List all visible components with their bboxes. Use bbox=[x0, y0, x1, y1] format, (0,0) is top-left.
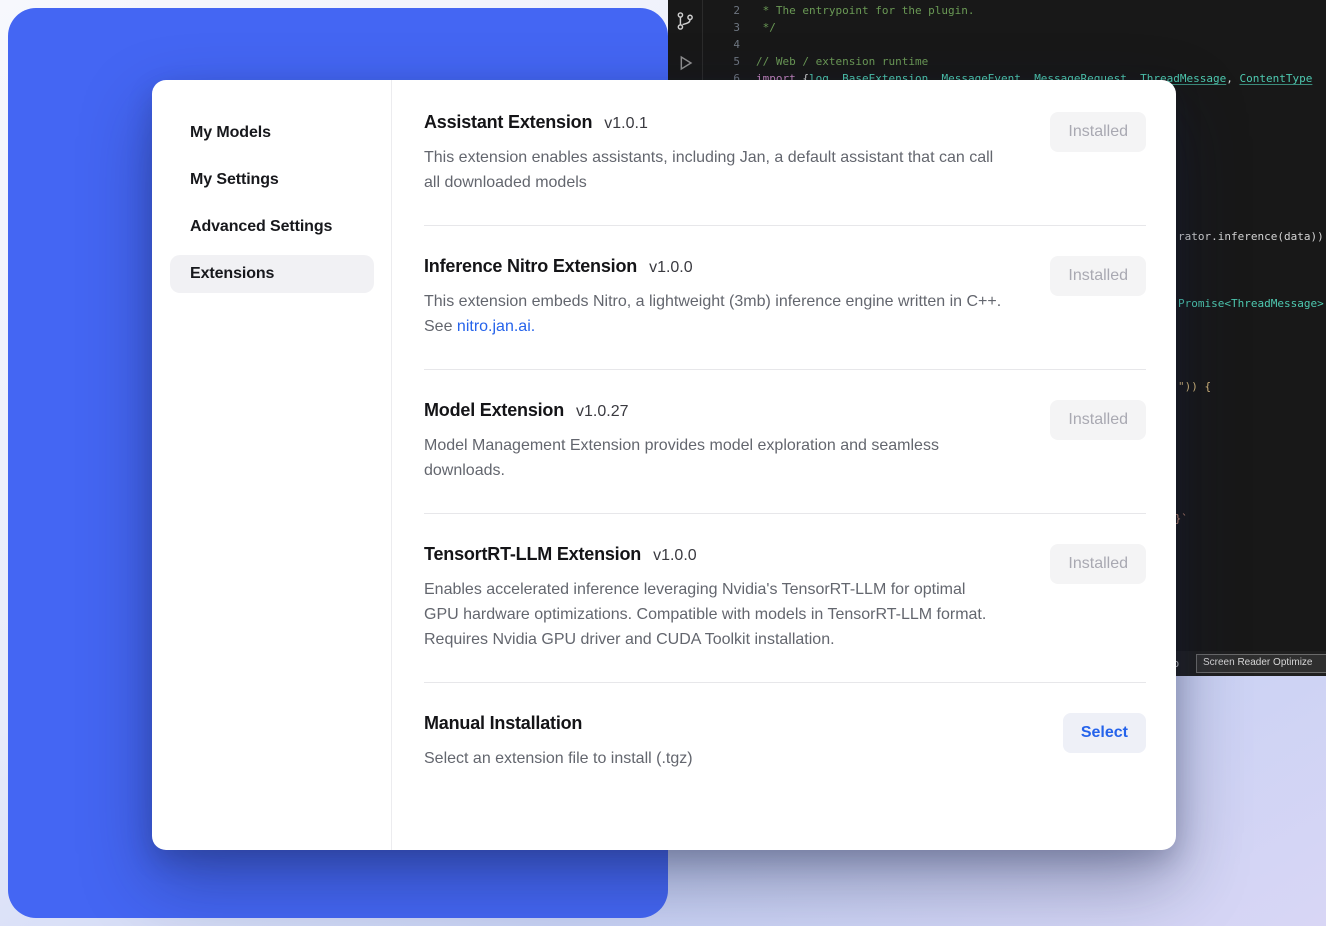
extensions-panel: Assistant Extension v1.0.1 This extensio… bbox=[392, 80, 1176, 850]
extension-row-assistant: Assistant Extension v1.0.1 This extensio… bbox=[424, 112, 1146, 225]
code-text: // Web / extension runtime bbox=[756, 55, 928, 68]
extension-row-tensorrt-llm: TensortRT-LLM Extension v1.0.0 Enables a… bbox=[424, 513, 1146, 682]
manual-installation-title: Manual Installation bbox=[424, 713, 582, 734]
extension-description: This extension enables assistants, inclu… bbox=[424, 145, 1002, 195]
manual-installation-description: Select an extension file to install (.tg… bbox=[424, 746, 693, 771]
sidebar-item-extensions[interactable]: Extensions bbox=[170, 255, 374, 293]
line-number: 5 bbox=[712, 53, 740, 70]
installed-button[interactable]: Installed bbox=[1050, 256, 1146, 296]
extension-name: Inference Nitro Extension bbox=[424, 256, 637, 277]
installed-button[interactable]: Installed bbox=[1050, 112, 1146, 152]
settings-sidebar: My Models My Settings Advanced Settings … bbox=[152, 80, 392, 850]
extension-version: v1.0.0 bbox=[653, 547, 697, 565]
extension-version: v1.0.1 bbox=[604, 115, 648, 133]
extension-description: This extension embeds Nitro, a lightweig… bbox=[424, 289, 1002, 339]
extension-version: v1.0.0 bbox=[649, 259, 693, 277]
code-text: */ bbox=[756, 21, 776, 34]
sidebar-item-advanced-settings[interactable]: Advanced Settings bbox=[170, 208, 374, 246]
code-text: * The entrypoint for the plugin. bbox=[756, 4, 975, 17]
code-fragment: Promise<ThreadMessage> bbox=[1178, 296, 1324, 311]
line-number: 4 bbox=[712, 36, 740, 53]
nitro-jan-ai-link[interactable]: nitro.jan.ai. bbox=[457, 318, 535, 335]
code-line: 4 bbox=[712, 36, 1326, 53]
installed-button[interactable]: Installed bbox=[1050, 544, 1146, 584]
extension-name: Model Extension bbox=[424, 400, 564, 421]
installed-button[interactable]: Installed bbox=[1050, 400, 1146, 440]
sidebar-item-my-models[interactable]: My Models bbox=[170, 114, 374, 152]
extension-name: TensortRT-LLM Extension bbox=[424, 544, 641, 565]
extension-row-model: Model Extension v1.0.27 Model Management… bbox=[424, 369, 1146, 513]
code-line: 2 * The entrypoint for the plugin. bbox=[712, 2, 1326, 19]
code-fragment: rator.inference(data)); bbox=[1178, 229, 1326, 244]
screen-reader-optimize-chip[interactable]: Screen Reader Optimize bbox=[1196, 654, 1326, 673]
source-control-icon[interactable] bbox=[674, 10, 696, 32]
sidebar-item-my-settings[interactable]: My Settings bbox=[170, 161, 374, 199]
line-number: 3 bbox=[712, 19, 740, 36]
line-number: 2 bbox=[712, 2, 740, 19]
run-debug-icon[interactable] bbox=[674, 52, 696, 74]
code-area: 2 * The entrypoint for the plugin. 3 */ … bbox=[712, 2, 1326, 87]
settings-modal: My Models My Settings Advanced Settings … bbox=[152, 80, 1176, 850]
code-fragment: ")) { bbox=[1178, 379, 1211, 394]
code-line: 5 // Web / extension runtime bbox=[712, 53, 1326, 70]
desktop-background: 2 * The entrypoint for the plugin. 3 */ … bbox=[0, 0, 1326, 926]
extension-row-inference-nitro: Inference Nitro Extension v1.0.0 This ex… bbox=[424, 225, 1146, 369]
extension-description: Enables accelerated inference leveraging… bbox=[424, 577, 1002, 652]
manual-installation-row: Manual Installation Select an extension … bbox=[424, 682, 1146, 801]
code-line: 3 */ bbox=[712, 19, 1326, 36]
extension-name: Assistant Extension bbox=[424, 112, 592, 133]
select-file-button[interactable]: Select bbox=[1063, 713, 1146, 753]
extension-version: v1.0.27 bbox=[576, 403, 628, 421]
extension-description: Model Management Extension provides mode… bbox=[424, 433, 1002, 483]
